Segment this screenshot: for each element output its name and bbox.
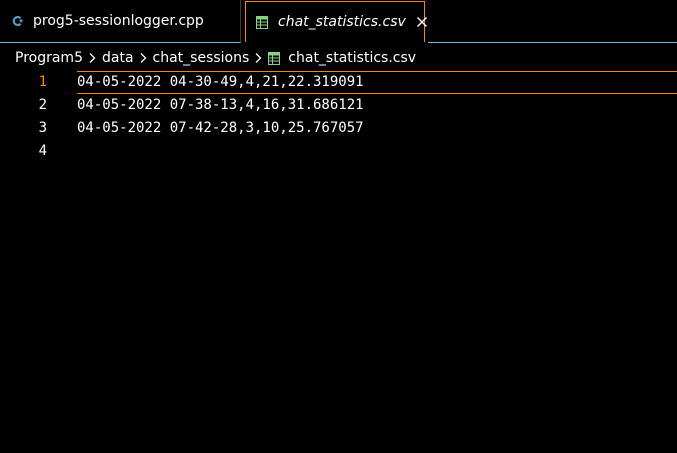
breadcrumb-item-chat-sessions[interactable]: chat_sessions	[153, 50, 250, 66]
breadcrumb-item-program5[interactable]: Program5	[15, 50, 83, 66]
csv-file-icon	[268, 51, 281, 65]
line-number: 3	[38, 120, 47, 136]
code-line[interactable]: 04-05-2022 07-42-28,3,10,25.767057	[77, 117, 364, 139]
chevron-right-icon	[139, 52, 147, 64]
line-number: 1	[38, 74, 47, 90]
line-number: 2	[38, 97, 47, 113]
close-icon[interactable]	[416, 16, 428, 28]
tab-chat-statistics[interactable]: chat_statistics.csv	[245, 1, 428, 42]
tab-prog5-sessionlogger[interactable]: prog5-sessionlogger.cpp	[0, 0, 241, 43]
breadcrumb-item-data[interactable]: data	[102, 50, 134, 66]
code-line[interactable]: 04-05-2022 07-38-13,4,16,31.686121	[77, 94, 364, 116]
tab-label: chat_statistics.csv	[278, 14, 406, 30]
editor-window: prog5-sessionlogger.cpp chat_statistics.…	[0, 0, 677, 453]
tab-bar-empty-area	[428, 0, 677, 43]
code-editor[interactable]: 1 04-05-2022 04-30-49,4,21,22.319091 2 0…	[0, 71, 677, 453]
chevron-right-icon	[88, 52, 96, 64]
breadcrumb-item-chat-statistics[interactable]: chat_statistics.csv	[288, 50, 416, 66]
code-line[interactable]: 04-05-2022 04-30-49,4,21,22.319091	[77, 71, 364, 93]
tab-bar: prog5-sessionlogger.cpp chat_statistics.…	[0, 0, 677, 43]
breadcrumb: Program5 data chat_sessions chat_statist…	[15, 47, 416, 69]
csv-file-icon	[256, 15, 268, 29]
chevron-right-icon	[254, 52, 262, 64]
line-number: 4	[38, 143, 47, 159]
tab-label: prog5-sessionlogger.cpp	[33, 13, 204, 29]
cpp-file-icon	[12, 15, 24, 27]
